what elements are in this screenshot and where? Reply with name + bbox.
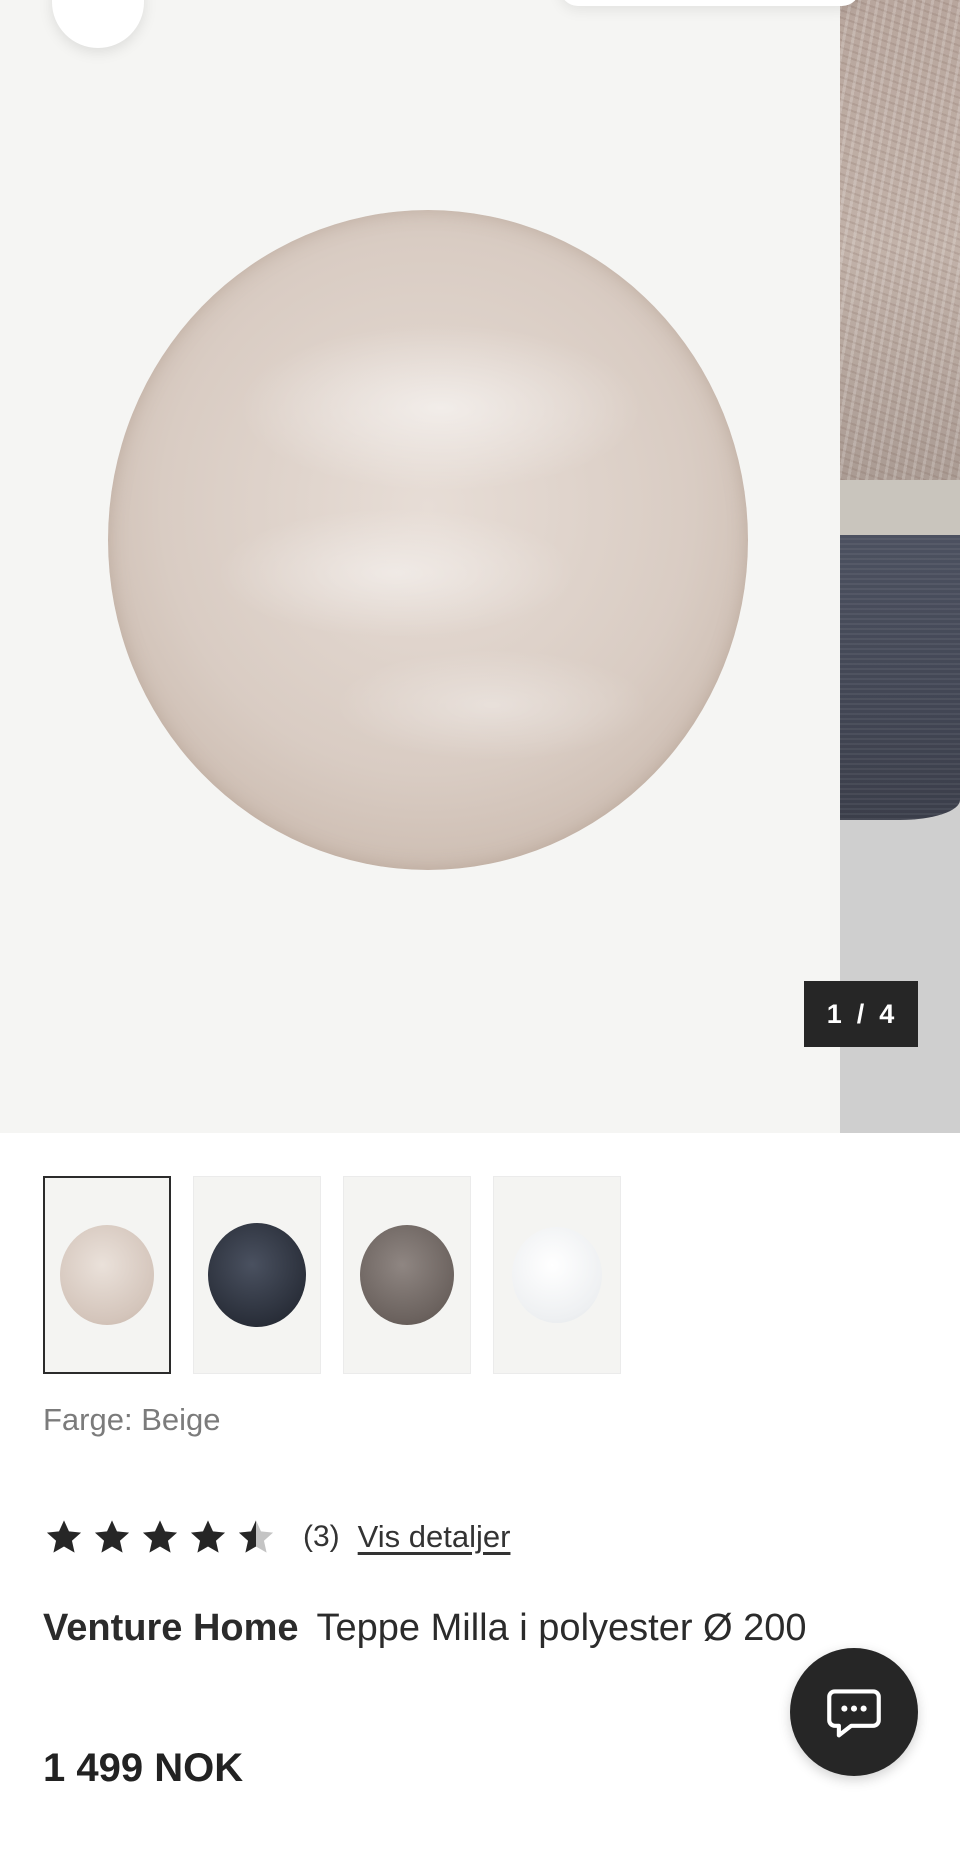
product-name: Teppe Milla i polyester Ø 200 bbox=[316, 1607, 807, 1649]
star-half-icon bbox=[238, 1520, 274, 1553]
product-brand: Venture Home bbox=[43, 1607, 299, 1649]
swatch-white bbox=[512, 1227, 602, 1323]
product-rating: (3) Vis detaljer bbox=[43, 1512, 510, 1562]
top-overlay-pill[interactable] bbox=[560, 0, 860, 6]
color-thumbnails bbox=[43, 1176, 621, 1374]
star-icon bbox=[190, 1520, 226, 1553]
star-icon bbox=[142, 1520, 178, 1553]
thumbnail-navy[interactable] bbox=[193, 1176, 321, 1374]
star-icon bbox=[46, 1520, 82, 1553]
product-price: 1 499 NOK bbox=[43, 1746, 244, 1790]
rug-closeup-edge bbox=[840, 480, 960, 540]
image-counter-current: 1 bbox=[826, 998, 843, 1029]
thumbnail-white[interactable] bbox=[493, 1176, 621, 1374]
thumbnail-beige[interactable] bbox=[43, 1176, 171, 1374]
product-image-next-peek[interactable] bbox=[840, 0, 960, 1133]
cushion-fabric bbox=[840, 535, 960, 820]
rating-stars bbox=[43, 1516, 277, 1558]
image-counter-separator: / bbox=[856, 998, 866, 1029]
view-details-link[interactable]: Vis detaljer bbox=[358, 1519, 511, 1555]
star-icon bbox=[94, 1520, 130, 1553]
product-title: Venture Home Teppe Milla i polyester Ø 20… bbox=[43, 1596, 863, 1660]
swatch-taupe bbox=[360, 1225, 454, 1325]
swatch-navy bbox=[208, 1223, 306, 1327]
chat-button[interactable] bbox=[790, 1648, 918, 1776]
selected-color-label: Farge: Beige bbox=[43, 1402, 221, 1437]
swatch-beige bbox=[60, 1225, 154, 1325]
image-counter: 1 / 4 bbox=[804, 981, 918, 1047]
rug-closeup-texture bbox=[840, 0, 960, 495]
rug-image bbox=[108, 210, 748, 870]
product-image-main[interactable] bbox=[0, 0, 840, 1133]
chat-bubble-icon bbox=[827, 1689, 881, 1738]
image-counter-total: 4 bbox=[879, 998, 896, 1029]
product-image-gallery[interactable]: 1 / 4 bbox=[0, 0, 960, 1133]
review-count: (3) bbox=[303, 1520, 340, 1553]
thumbnail-taupe[interactable] bbox=[343, 1176, 471, 1374]
